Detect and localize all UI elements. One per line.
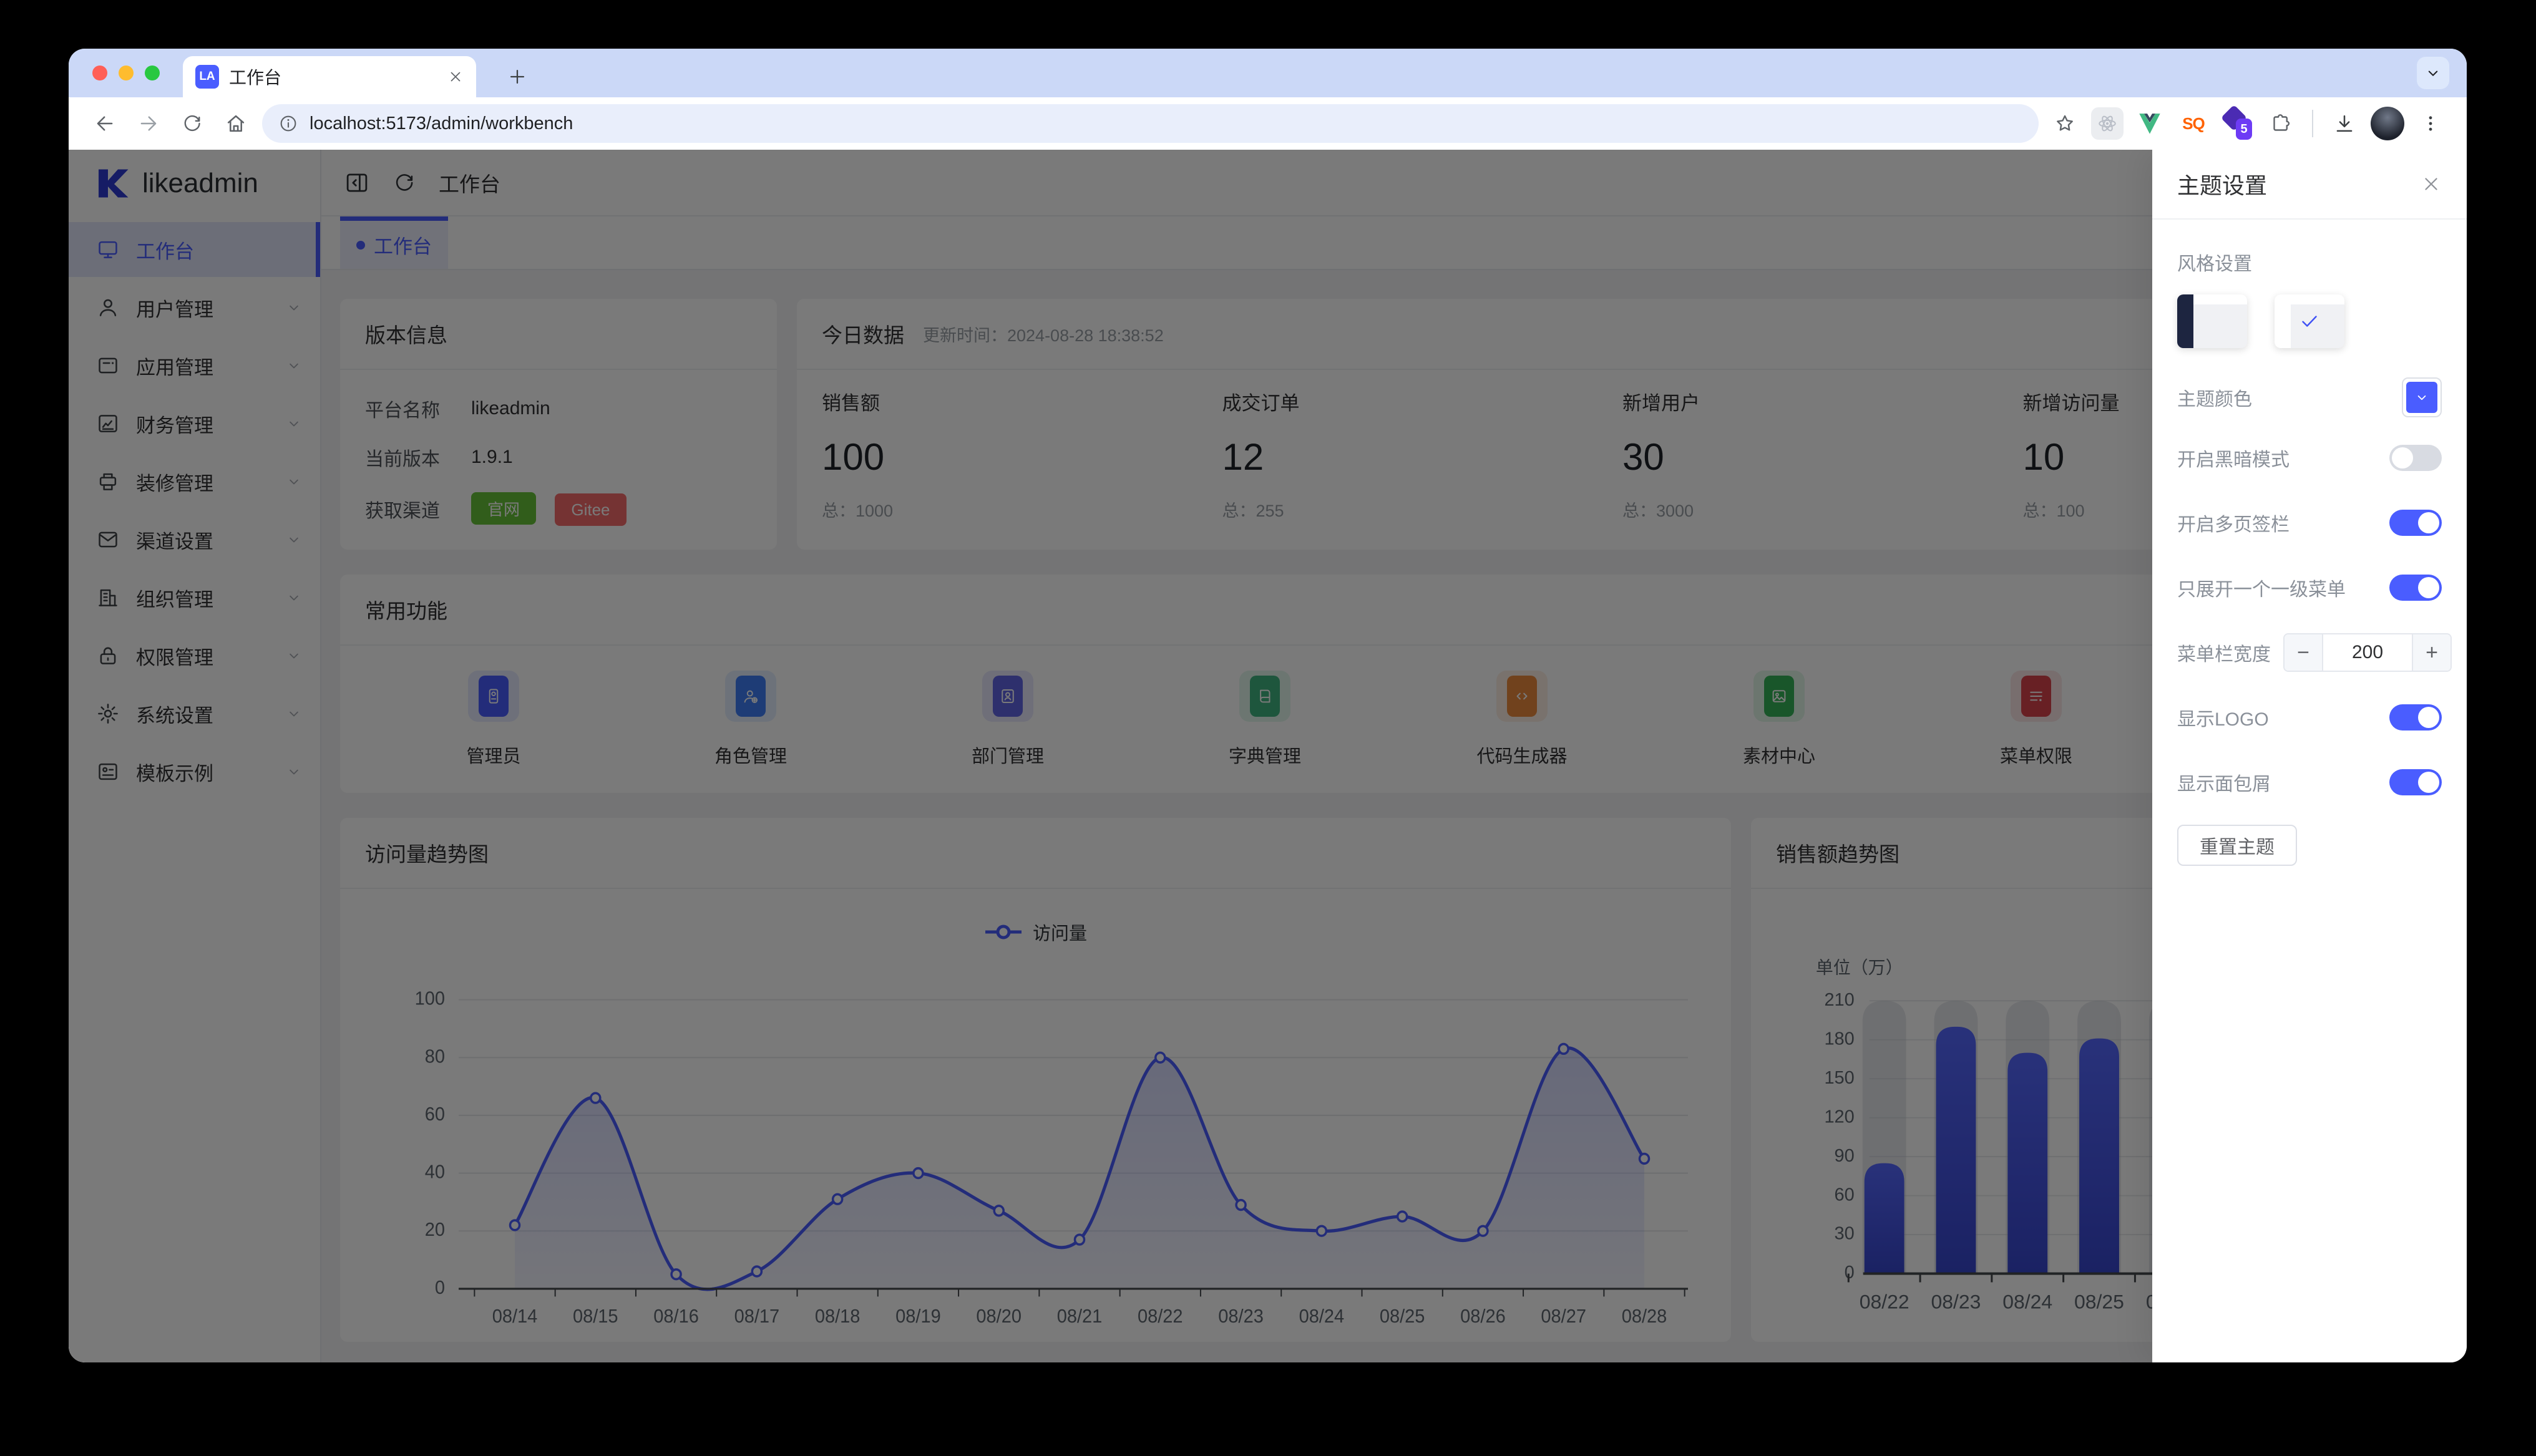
browser-menu-icon[interactable] [2413,106,2448,141]
drawer-title: 主题设置 [2177,173,2268,198]
menu-width-row: 菜单栏宽度 − 200 + [2177,620,2452,685]
single-expand-toggle[interactable] [2389,575,2442,601]
zoom-window-button[interactable] [145,66,160,80]
theme-color-label: 主题颜色 [2177,389,2252,410]
toolbar-divider [2312,110,2313,137]
address-bar[interactable]: localhost:5173/admin/workbench [262,104,2039,143]
drawer-close-icon[interactable] [2421,173,2442,195]
tab-title: 工作台 [229,68,282,87]
menu-width-input[interactable]: 200 [2323,634,2412,671]
new-tab-button[interactable] [500,60,534,94]
extension-s5-icon[interactable]: 5 [2220,104,2255,141]
close-window-button[interactable] [92,66,107,80]
site-info-icon[interactable] [278,114,298,133]
browser-tabstrip: LA 工作台 [69,49,2467,97]
style-section-label: 风格设置 [2177,254,2252,274]
extension-sq-icon[interactable]: SQ [2176,106,2211,141]
show-breadcrumb-row: 显示面包屑 [2177,750,2442,815]
drawer-modal-overlay[interactable] [69,150,2467,1362]
extension-vue-devtools-icon[interactable] [2132,106,2167,141]
traffic-lights [92,66,160,80]
selected-check-icon [2275,294,2344,348]
extension-react-devtools-icon[interactable] [2091,107,2124,140]
layout-style-dark-sidebar[interactable] [2177,294,2247,348]
extensions-puzzle-icon[interactable] [2263,106,2298,141]
url-text[interactable]: localhost:5173/admin/workbench [310,114,573,134]
theme-settings-drawer: 主题设置 风格设置 主题颜色 开启黑暗模式 开启多页签栏 只展开一个一级菜单 菜… [2152,150,2467,1362]
app-viewport: likeadmin 工作台用户管理应用管理财务管理装修管理渠道设置组织管理权限管… [69,150,2467,1362]
downloads-icon[interactable] [2327,106,2362,141]
reset-theme-button[interactable]: 重置主题 [2177,825,2297,866]
layout-style-light-sidebar[interactable] [2275,294,2344,348]
chevron-down-icon [2414,389,2430,405]
browser-tab[interactable]: LA 工作台 [183,56,476,97]
home-icon[interactable] [218,106,253,141]
bookmark-star-icon[interactable] [2047,106,2082,141]
theme-color-row: 主题颜色 [2177,369,2442,425]
multi-tab-toggle[interactable] [2389,510,2442,536]
tab-overflow-button[interactable] [2417,57,2449,89]
browser-toolbar: localhost:5173/admin/workbench SQ 5 [69,97,2467,150]
increase-width-button[interactable]: + [2412,634,2451,671]
minimize-window-button[interactable] [119,66,134,80]
tab-close-icon[interactable] [447,69,464,85]
forward-icon[interactable] [131,106,166,141]
back-icon[interactable] [87,106,122,141]
single-menu-row: 只展开一个一级菜单 [2177,555,2442,620]
decrease-width-button[interactable]: − [2285,634,2323,671]
show-logo-row: 显示LOGO [2177,685,2442,750]
reload-icon[interactable] [175,106,210,141]
theme-color-picker[interactable] [2402,377,2442,417]
multi-tab-row: 开启多页签栏 [2177,490,2442,555]
favicon: LA [195,65,219,89]
show-breadcrumb-toggle[interactable] [2389,769,2442,795]
menu-width-stepper: − 200 + [2283,633,2452,672]
profile-avatar[interactable] [2371,107,2404,140]
browser-window: LA 工作台 localhost:5173/admin/workbench SQ… [69,49,2467,1362]
dark-mode-row: 开启黑暗模式 [2177,425,2442,490]
dark-mode-toggle[interactable] [2389,445,2442,471]
show-logo-toggle[interactable] [2389,704,2442,730]
